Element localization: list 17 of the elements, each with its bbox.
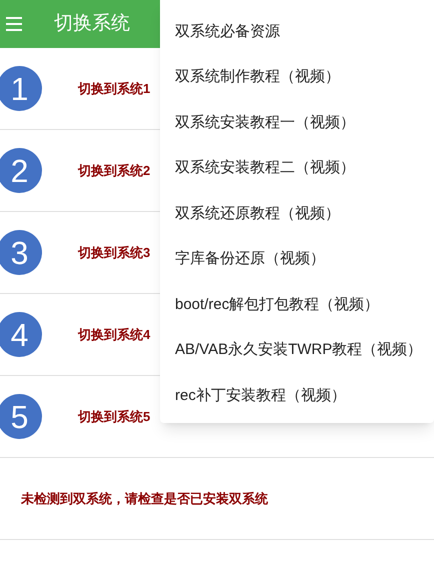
app-title: 切换系统: [54, 12, 130, 36]
menu-item[interactable]: 双系统必备资源: [160, 9, 434, 54]
switch-system-button[interactable]: 切换到系统2: [78, 160, 150, 180]
switch-system-button[interactable]: 切换到系统5: [78, 406, 150, 426]
switch-system-button[interactable]: 切换到系统3: [78, 242, 150, 262]
menu-item[interactable]: 双系统安装教程二（视频）: [160, 146, 434, 191]
menu-item[interactable]: rec补丁安装教程（视频）: [160, 373, 434, 418]
status-message: 未检测到双系统，请检查是否已安装双系统: [21, 490, 268, 508]
menu-item[interactable]: boot/rec解包打包教程（视频）: [160, 282, 434, 328]
menu-item[interactable]: 双系统制作教程（视频）: [160, 54, 434, 100]
switch-system-button[interactable]: 切换到系统1: [78, 78, 150, 98]
switch-system-button[interactable]: 切换到系统4: [78, 324, 150, 344]
menu-item[interactable]: 双系统安装教程一（视频）: [160, 100, 434, 146]
menu-item[interactable]: AB/VAB永久安装TWRP教程（视频）: [160, 328, 434, 373]
menu-item[interactable]: 双系统还原教程（视频）: [160, 191, 434, 236]
menu-icon[interactable]: [6, 17, 22, 31]
menu-item[interactable]: 字库备份还原（视频）: [160, 236, 434, 282]
